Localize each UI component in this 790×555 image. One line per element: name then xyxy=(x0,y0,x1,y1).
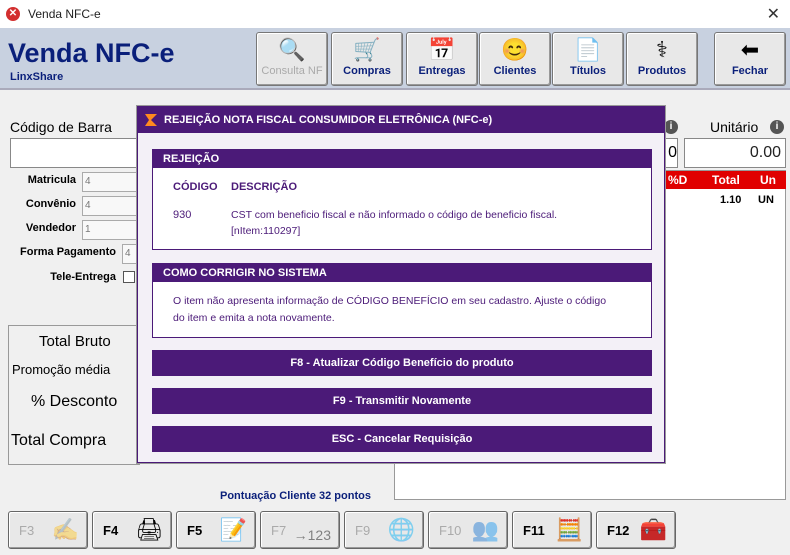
info-icon[interactable]: i xyxy=(664,120,678,134)
rejeicao-item: [nItem:110297] xyxy=(231,225,301,237)
cash-register-icon: 🛒 xyxy=(353,37,381,62)
compras-button[interactable]: 🛒 Compras xyxy=(331,32,403,86)
app-header: Venda NFC-e LinxShare 🔍 Consulta NF 🛒 Co… xyxy=(0,28,790,90)
person-note-icon: 📝 xyxy=(219,517,247,542)
pontuacao-cliente: Pontuação Cliente 32 pontos xyxy=(220,490,371,502)
window-titlebar: ✕ Venda NFC-e ✕ xyxy=(0,0,790,28)
col-descricao: DESCRIÇÃO xyxy=(231,181,298,193)
row-total: 1.10 xyxy=(720,194,742,206)
linx-logo-icon xyxy=(145,114,157,126)
rejection-dialog: REJEIÇÃO NOTA FISCAL CONSUMIDOR ELETRÔNI… xyxy=(137,106,665,463)
corrigir-line-1: O item não apresenta informação de CÓDIG… xyxy=(173,295,607,307)
cancelar-requisicao-button[interactable]: ESC - Cancelar Requisição xyxy=(152,426,652,452)
matricula-label: Matricula xyxy=(27,174,76,186)
tele-entrega-checkbox[interactable] xyxy=(123,271,135,283)
row-un: UN xyxy=(758,194,774,206)
page-subtitle: LinxShare xyxy=(10,71,64,83)
grid-col-un: Un xyxy=(760,173,776,187)
calculator-icon: 🧮 xyxy=(555,517,583,542)
unitario-label: Unitário xyxy=(710,119,759,135)
total-bruto-label: Total Bruto xyxy=(39,333,111,350)
f5-button[interactable]: F5 📝 xyxy=(176,511,256,549)
consulta-nf-button[interactable]: 🔍 Consulta NF xyxy=(256,32,328,86)
rejeicao-section: REJEIÇÃO CÓDIGO DESCRIÇÃO 930 CST com be… xyxy=(152,149,652,250)
grid-col-total: Total xyxy=(712,173,740,187)
promocao-media-label: Promoção média xyxy=(12,362,111,377)
col-codigo: CÓDIGO xyxy=(173,181,218,193)
vendedor-field[interactable]: 1 xyxy=(82,220,140,240)
matricula-field[interactable]: 4 xyxy=(82,172,140,192)
grid-header: %D Total Un xyxy=(664,171,786,189)
exit-arrow-icon: ⬅ xyxy=(740,37,760,62)
rejeicao-descricao: CST com beneficio fiscal e não informado… xyxy=(231,209,558,221)
tele-entrega-label: Tele-Entrega xyxy=(50,271,116,283)
smiley-icon: 😊 xyxy=(501,37,529,62)
medical-caduceus-icon: ⚕ xyxy=(656,37,668,62)
page-title: Venda NFC-e xyxy=(8,38,175,68)
rejeicao-header: REJEIÇÃO xyxy=(153,150,651,168)
globe-icon: 🌐 xyxy=(387,517,415,542)
f7-button[interactable]: F7 →123 xyxy=(260,511,340,549)
codigo-barra-label: Código de Barra xyxy=(10,119,112,135)
forma-pagamento-label: Forma Pagamento xyxy=(20,246,116,258)
como-corrigir-section: COMO CORRIGIR NO SISTEMA O item não apre… xyxy=(152,263,652,338)
people-icon: 👥 xyxy=(471,517,499,542)
quantidade-field[interactable]: 0 xyxy=(664,138,678,168)
f11-button[interactable]: F11 🧮 xyxy=(512,511,592,549)
first-aid-kit-icon: 🧰 xyxy=(639,517,667,542)
codigo-barra-input[interactable] xyxy=(10,138,140,168)
desconto-label: % Desconto xyxy=(31,393,118,410)
app-logo-icon: ✕ xyxy=(6,7,20,21)
f12-button[interactable]: F12 🧰 xyxy=(596,511,676,549)
unitario-field[interactable]: 0.00 xyxy=(684,138,786,168)
magnifier-icon: 🔍 xyxy=(278,37,306,62)
function-key-bar: F3 ✍ F4 🖨 F5 📝 F7 →123 F9 🌐 F10 👥 F11 🧮 … xyxy=(0,505,790,555)
convenio-field[interactable]: 4 xyxy=(82,196,140,216)
fechar-button[interactable]: ⬅ Fechar xyxy=(714,32,786,86)
clientes-button[interactable]: 😊 Clientes xyxy=(479,32,551,86)
f4-button[interactable]: F4 🖨 xyxy=(92,511,172,549)
document-icon: 📄 xyxy=(574,37,602,62)
corrigir-line-2: do item e emita a nota novamente. xyxy=(173,312,335,324)
totals-panel: Total Bruto Promoção média % Desconto To… xyxy=(8,325,140,465)
dialog-title: REJEIÇÃO NOTA FISCAL CONSUMIDOR ELETRÔNI… xyxy=(138,107,664,133)
f9-button[interactable]: F9 🌐 xyxy=(344,511,424,549)
transmitir-novamente-button[interactable]: F9 - Transmitir Novamente xyxy=(152,388,652,414)
grid-col-desconto: %D xyxy=(668,173,688,187)
produtos-button[interactable]: ⚕ Produtos xyxy=(626,32,698,86)
como-corrigir-header: COMO CORRIGIR NO SISTEMA xyxy=(153,264,651,282)
schedule-icon: 📅 xyxy=(428,37,456,62)
atualizar-codigo-beneficio-button[interactable]: F8 - Atualizar Código Benefício do produ… xyxy=(152,350,652,376)
convenio-label: Convênio xyxy=(25,198,76,210)
f10-button[interactable]: F10 👥 xyxy=(428,511,508,549)
counter-123-icon: →123 xyxy=(293,527,331,543)
total-compra-label: Total Compra xyxy=(11,432,107,449)
vendedor-label: Vendedor xyxy=(25,222,76,234)
info-icon[interactable]: i xyxy=(770,120,784,134)
close-icon[interactable]: ✕ xyxy=(767,4,780,24)
f3-button[interactable]: F3 ✍ xyxy=(8,511,88,549)
printer-icon: 🖨 xyxy=(135,517,163,542)
rejeicao-codigo: 930 xyxy=(173,209,192,221)
entregas-button[interactable]: 📅 Entregas xyxy=(406,32,478,86)
pen-signature-icon: ✍ xyxy=(51,517,79,542)
titulos-button[interactable]: 📄 Títulos xyxy=(552,32,624,86)
window-title: Venda NFC-e xyxy=(28,7,101,21)
